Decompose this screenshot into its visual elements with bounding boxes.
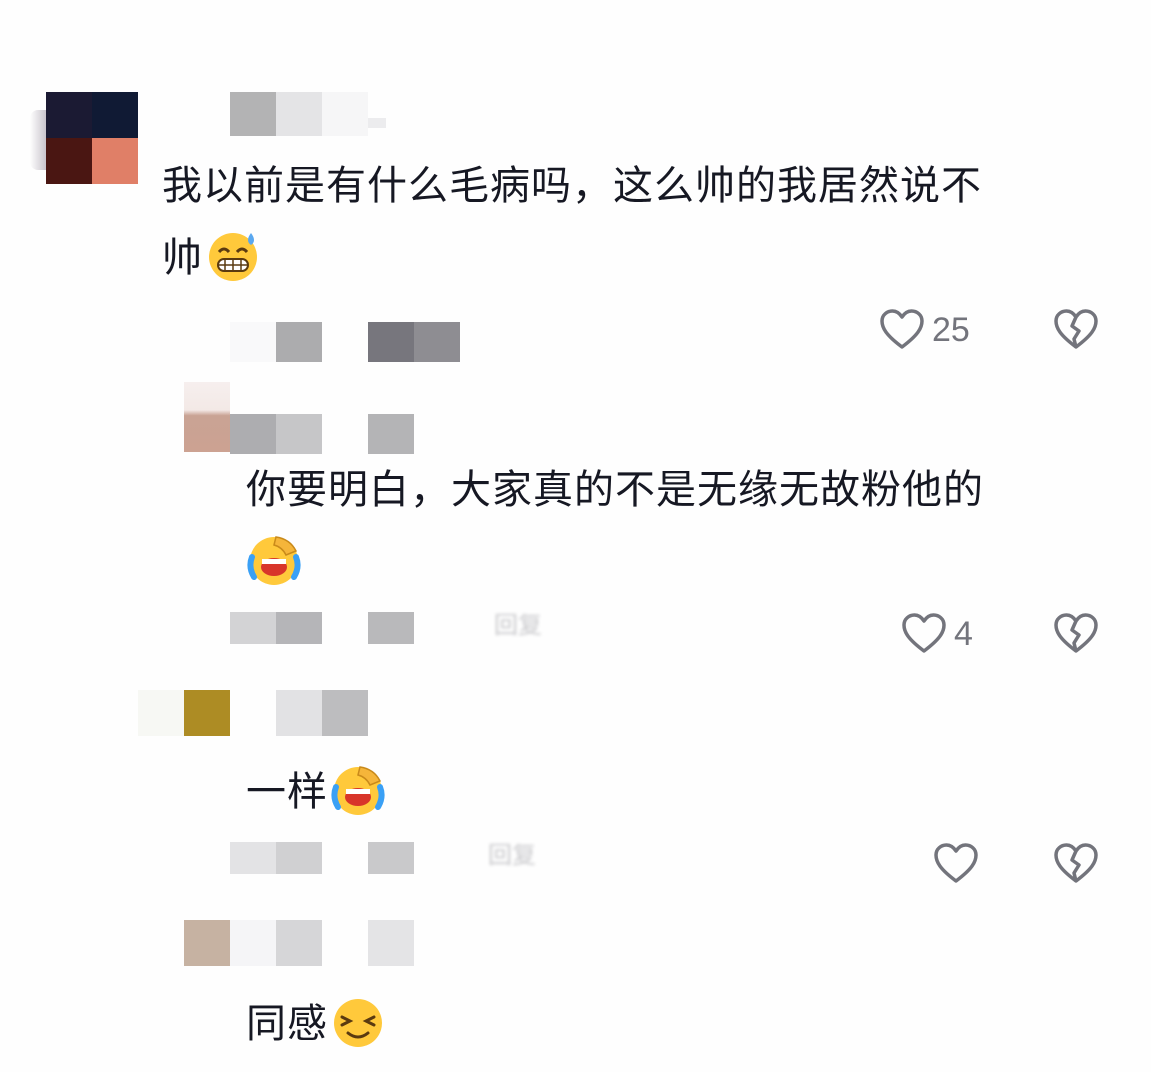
broken-heart-icon[interactable] [1052,840,1100,888]
squinting-smile-emoji [330,993,386,1049]
comment-text-line1: 我以前是有什么毛病吗，这么帅的我居然说不 [162,163,982,209]
avatar[interactable] [184,382,230,452]
comment-text: 我以前是有什么毛病吗，这么帅的我居然说不 帅 [162,150,1102,294]
reply-link[interactable]: 回复 [494,614,566,636]
broken-heart-icon[interactable] [1052,610,1100,658]
reply-text-line: 一样 [246,769,328,815]
avatar[interactable] [138,690,230,736]
avatar[interactable] [184,920,230,966]
comment-text-line2: 帅 [162,235,203,281]
crying-laughing-emoji [330,761,386,817]
grinning-sweat-emoji [205,227,261,283]
like-count: 4 [954,614,973,653]
reply-text: 同感 [246,988,646,1060]
crying-laughing-emoji [246,531,302,587]
reply-text-line: 你要明白，大家真的不是无缘无故粉他的 [246,467,984,513]
heart-outline-icon[interactable] [900,610,948,658]
like-button[interactable]: 4 [900,610,973,658]
broken-heart-icon[interactable] [1052,306,1100,354]
like-count: 25 [932,310,970,349]
reply-link[interactable]: 回复 [488,844,560,866]
reply-text: 你要明白，大家真的不是无缘无故粉他的 [246,454,1106,598]
heart-outline-icon[interactable] [932,840,980,888]
avatar-edge [30,110,46,170]
reply-text-line: 同感 [246,1001,328,1047]
avatar[interactable] [46,92,138,184]
heart-outline-icon[interactable] [878,306,926,354]
like-button[interactable]: 25 [878,306,970,354]
reply-text: 一样 [246,756,646,828]
